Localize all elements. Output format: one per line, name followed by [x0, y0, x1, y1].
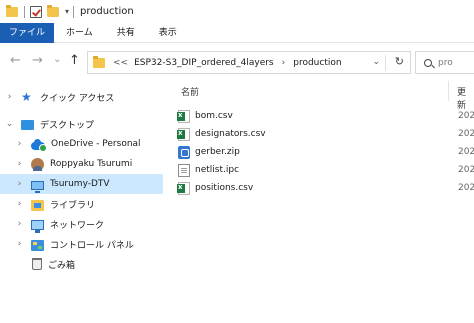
folder-icon	[93, 55, 105, 68]
file-date: 202	[458, 111, 474, 121]
file-row[interactable]: bom.csv 202	[177, 107, 474, 125]
chevron-down-icon[interactable]: ⌄	[4, 119, 15, 129]
chevron-right-icon[interactable]: ›	[14, 139, 25, 149]
back-arrow-icon[interactable]: ←	[10, 53, 21, 68]
column-divider[interactable]	[448, 81, 449, 101]
file-date: 202	[458, 183, 474, 193]
file-name: gerber.zip	[195, 147, 240, 157]
file-row[interactable]: netlist.ipc 202	[178, 161, 474, 179]
refresh-icon[interactable]: ↻	[395, 55, 404, 68]
recycle-bin-icon	[32, 258, 42, 270]
excel-csv-icon	[177, 181, 190, 195]
file-row[interactable]: positions.csv 202	[177, 179, 474, 197]
search-placeholder: pro	[438, 57, 453, 68]
excel-csv-icon	[177, 127, 190, 141]
chevron-right-icon[interactable]: ›	[14, 199, 25, 209]
ribbon-tabs: ファイル ホーム 共有 表示	[0, 23, 474, 43]
title-bar: ▾ production	[0, 0, 474, 23]
chevron-right-icon[interactable]: ›	[14, 179, 25, 189]
file-date: 202	[458, 147, 474, 157]
sidebar-item-desktop[interactable]: ⌄ デスクトップ	[0, 114, 163, 134]
quick-access-divider	[24, 5, 25, 18]
folder-icon	[6, 4, 18, 18]
sidebar-item-label: Roppyaku Tsurumi	[50, 159, 133, 169]
excel-csv-icon	[177, 109, 190, 123]
tab-file[interactable]: ファイル	[0, 23, 55, 43]
breadcrumb-parent[interactable]: ESP32-S3_DIP_ordered_4layers	[134, 58, 274, 68]
address-bar[interactable]: << ESP32-S3_DIP_ordered_4layers › produc…	[87, 51, 411, 74]
network-icon	[31, 220, 44, 233]
tab-view[interactable]: 表示	[147, 23, 189, 43]
sidebar-item-control-panel[interactable]: › コントロール パネル	[0, 234, 163, 254]
computer-icon	[31, 180, 44, 193]
sidebar-item-recycle-bin[interactable]: ごみ箱	[0, 254, 163, 274]
sidebar-item-label: デスクトップ	[40, 120, 95, 131]
window-title: production	[80, 6, 134, 17]
column-name-header[interactable]: 名前	[181, 85, 199, 98]
chevron-right-icon[interactable]: ›	[14, 239, 25, 249]
breadcrumb-overflow[interactable]: <<	[113, 58, 128, 68]
star-icon: ★	[21, 89, 32, 104]
sidebar-item-label: ネットワーク	[50, 220, 105, 231]
desktop-icon	[21, 120, 34, 130]
up-arrow-icon[interactable]: ↑	[69, 53, 80, 68]
sidebar-item-label: OneDrive - Personal	[51, 139, 141, 149]
file-name: bom.csv	[195, 111, 233, 121]
sidebar-item-user[interactable]: › Roppyaku Tsurumi	[0, 154, 163, 174]
onedrive-icon	[31, 139, 47, 152]
sidebar-item-label: ごみ箱	[48, 260, 76, 271]
new-folder-icon[interactable]	[47, 4, 59, 18]
file-name: designators.csv	[195, 129, 266, 139]
file-row[interactable]: gerber.zip 202	[178, 143, 474, 161]
file-date: 202	[458, 129, 474, 139]
chevron-right-icon[interactable]: ›	[14, 159, 25, 169]
sidebar-item-label: コントロール パネル	[50, 240, 134, 251]
breadcrumb-separator-icon[interactable]: ›	[282, 58, 286, 68]
navigation-pane: › ★ クイック アクセス ⌄ デスクトップ › OneDrive - Pers…	[0, 81, 167, 323]
recent-locations-icon[interactable]: ⌄	[53, 54, 61, 65]
chevron-right-icon[interactable]: ›	[4, 92, 15, 102]
user-icon	[31, 157, 44, 171]
file-name: positions.csv	[195, 183, 254, 193]
sidebar-item-libraries[interactable]: › ライブラリ	[0, 194, 163, 214]
control-panel-icon	[31, 239, 44, 251]
sidebar-item-label: ライブラリ	[50, 200, 96, 211]
file-date: 202	[458, 165, 474, 175]
properties-icon[interactable]	[30, 5, 42, 18]
document-icon	[178, 163, 190, 177]
file-row[interactable]: designators.csv 202	[177, 125, 474, 143]
file-name: netlist.ipc	[195, 165, 240, 175]
sidebar-item-quick-access[interactable]: › ★ クイック アクセス	[0, 87, 163, 107]
zip-icon	[178, 145, 190, 159]
column-header: 名前 更新	[167, 81, 474, 111]
title-divider	[73, 5, 75, 18]
address-divider	[385, 55, 386, 71]
address-dropdown-icon[interactable]: ⌄	[372, 57, 380, 67]
breadcrumb-current[interactable]: production	[293, 58, 341, 68]
search-input[interactable]: pro	[415, 51, 474, 74]
chevron-right-icon[interactable]: ›	[14, 219, 25, 229]
search-icon	[424, 58, 432, 67]
quick-access-dropdown[interactable]: ▾	[65, 7, 69, 16]
tab-share[interactable]: 共有	[105, 23, 147, 43]
library-icon	[31, 199, 44, 211]
forward-arrow-icon[interactable]: →	[32, 53, 43, 68]
tab-home[interactable]: ホーム	[54, 23, 105, 43]
sidebar-item-network[interactable]: › ネットワーク	[0, 214, 163, 234]
sidebar-item-label: クイック アクセス	[40, 93, 115, 104]
address-row: ← → ⌄ ↑ << ESP32-S3_DIP_ordered_4layers …	[0, 43, 474, 81]
sidebar-item-this-pc[interactable]: › Tsurumy-DTV	[0, 174, 163, 194]
sidebar-item-onedrive[interactable]: › OneDrive - Personal	[0, 134, 163, 154]
sidebar-item-label: Tsurumy-DTV	[50, 179, 110, 189]
